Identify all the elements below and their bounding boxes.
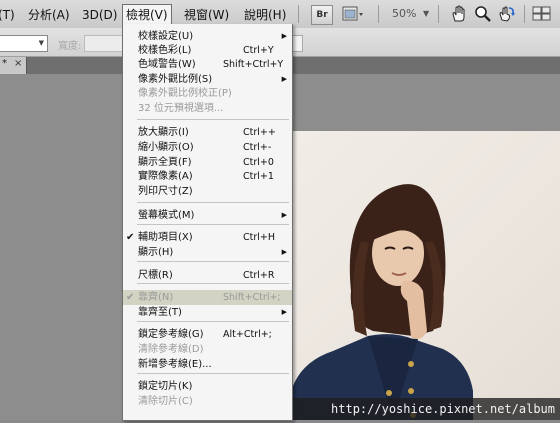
height-field[interactable] [292, 35, 303, 52]
menu-item-analysis[interactable]: 分析(A) [28, 7, 70, 23]
menu-item-lock-slices[interactable]: 鎖定切片(K) [123, 379, 292, 394]
menu-item-shortcut: Ctrl+1 [243, 171, 274, 182]
menu-item-label: 螢幕模式(M) [138, 210, 195, 221]
zoom-tool-icon[interactable] [474, 5, 492, 23]
menu-separator [137, 373, 289, 374]
menu-item-3d[interactable]: 3D(D) [82, 7, 117, 23]
menu-item-label: 新增參考線(E)... [138, 359, 212, 370]
menu-item-shortcut: Ctrl+- [243, 142, 272, 153]
close-icon[interactable]: × [14, 58, 22, 69]
menu-item-label: 校樣設定(U) [138, 31, 194, 42]
bridge-button[interactable]: Br [311, 5, 333, 25]
menu-item-label: 列印尺寸(Z) [138, 186, 193, 197]
menu-item-label: 像素外觀比例(S) [138, 74, 213, 85]
menu-item-label: 鎖定切片(K) [138, 381, 193, 392]
menu-item-lock-guides[interactable]: 鎖定參考線(G) Alt+Ctrl+; [123, 327, 292, 342]
menu-item-new-guide[interactable]: 新增參考線(E)... [123, 357, 292, 372]
menu-item-preview-32bit: 32 位元預視選項... [123, 101, 292, 116]
width-label: 寬度: [58, 41, 82, 52]
menu-item-zoom-in[interactable]: 放大顯示(I) Ctrl++ [123, 125, 292, 140]
chevron-down-icon: ▼ [38, 39, 44, 47]
menu-item-label: 縮小顯示(O) [138, 142, 194, 153]
menu-item-shortcut: Alt+Ctrl+; [223, 329, 272, 340]
menu-item-extras[interactable]: ✔ 輔助項目(X) Ctrl+H [123, 230, 292, 245]
menu-item-shortcut: Ctrl+0 [243, 157, 274, 168]
menu-item-clear-slices: 清除切片(C) [123, 394, 292, 409]
menu-item-label: 色域警告(W) [138, 59, 196, 70]
menu-item-view[interactable]: 檢視(V) [122, 4, 172, 25]
menu-separator [137, 202, 289, 203]
menu-item-shortcut: Ctrl+R [243, 270, 275, 281]
toolbar-separator [524, 5, 525, 23]
menu-separator [137, 224, 289, 225]
tool-preset-select[interactable]: ▼ [0, 35, 48, 52]
submenu-arrow-icon: ▶ [281, 75, 287, 83]
document-image [293, 131, 560, 420]
menu-item-rulers[interactable]: 尺標(R) Ctrl+R [123, 268, 292, 283]
screen-layout-icon[interactable] [342, 5, 363, 23]
menu-item-help[interactable]: 說明(H) [244, 7, 286, 23]
menu-item-label: 實際像素(A) [138, 171, 193, 182]
menu-item-label: 校樣色彩(L) [138, 45, 192, 56]
menu-item-proof-setup[interactable]: 校樣設定(U) ▶ [123, 29, 292, 44]
zoom-level[interactable]: 50% [392, 7, 416, 20]
menu-item-label: 靠齊(N) [138, 292, 174, 303]
document-tab[interactable]: * × [0, 57, 27, 74]
menu-separator [137, 261, 289, 262]
toolbar-separator [298, 5, 299, 23]
menu-item-pixel-aspect-ratio[interactable]: 像素外觀比例(S) ▶ [123, 72, 292, 87]
menu-separator [137, 321, 289, 322]
menu-item-label: 顯示全頁(F) [138, 157, 192, 168]
chevron-down-icon[interactable]: ▼ [423, 9, 429, 18]
view-menu-dropdown: 校樣設定(U) ▶ 校樣色彩(L) Ctrl+Y 色域警告(W) Shift+Ctrl+Y… [122, 24, 293, 421]
hand-tool-icon[interactable] [450, 5, 468, 23]
menu-item-label: 鎖定參考線(G) [138, 329, 204, 340]
menu-item-label: 像素外觀比例校正(P) [138, 88, 232, 99]
menu-item-proof-colors[interactable]: 校樣色彩(L) Ctrl+Y [123, 43, 292, 58]
width-field[interactable] [84, 35, 126, 52]
menu-item-label: 尺標(R) [138, 270, 173, 281]
menu-separator [137, 119, 289, 120]
menu-item-print-size[interactable]: 列印尺寸(Z) [123, 184, 292, 199]
checkmark-icon: ✔ [126, 232, 135, 243]
menu-item-shortcut: Ctrl+H [243, 232, 276, 243]
menu-item-gamut-warning[interactable]: 色域警告(W) Shift+Ctrl+Y [123, 57, 292, 72]
unsaved-marker: * [2, 58, 7, 69]
menu-item-label: 輔助項目(X) [138, 232, 193, 243]
menu-separator [137, 283, 289, 284]
checkmark-icon: ✔ [126, 292, 135, 303]
menu-item-window[interactable]: 視窗(W) [184, 7, 229, 23]
menu-item-label: 清除切片(C) [138, 396, 193, 407]
toolbar-separator [438, 5, 439, 23]
submenu-arrow-icon: ▶ [281, 248, 287, 256]
rotate-view-icon[interactable] [498, 5, 516, 23]
arrange-documents-icon[interactable] [532, 5, 551, 23]
menu-item-show[interactable]: 顯示(H) ▶ [123, 245, 292, 260]
menu-item-clear-guides: 清除參考線(D) [123, 342, 292, 357]
watermark-url: http://yoshice.pixnet.net/album [293, 398, 560, 420]
menu-item-label: 清除參考線(D) [138, 344, 204, 355]
menu-item-shortcut: Shift+Ctrl+; [223, 292, 281, 303]
menu-item-label: 顯示(H) [138, 247, 174, 258]
submenu-arrow-icon: ▶ [281, 32, 287, 40]
menu-item-actual-pixels[interactable]: 實際像素(A) Ctrl+1 [123, 169, 292, 184]
menu-item-shortcut: Shift+Ctrl+Y [223, 59, 284, 70]
menu-item-fit-on-screen[interactable]: 顯示全頁(F) Ctrl+0 [123, 155, 292, 170]
menu-item-snap-to[interactable]: 靠齊至(T) ▶ [123, 305, 292, 320]
menu-item-screen-mode[interactable]: 螢幕模式(M) ▶ [123, 208, 292, 223]
menu-item-pixel-aspect-correction: 像素外觀比例校正(P) [123, 86, 292, 101]
menu-item-label: 靠齊至(T) [138, 307, 182, 318]
submenu-arrow-icon: ▶ [281, 211, 287, 219]
menu-item-snap[interactable]: ✔ 靠齊(N) Shift+Ctrl+; [123, 290, 292, 305]
menu-item-zoom-out[interactable]: 縮小顯示(O) Ctrl+- [123, 140, 292, 155]
menu-item-text[interactable]: (T) [0, 7, 15, 23]
menu-item-label: 放大顯示(I) [138, 127, 189, 138]
menu-item-shortcut: Ctrl+Y [243, 45, 274, 56]
menu-item-label: 32 位元預視選項... [138, 103, 224, 114]
toolbar-separator [378, 5, 379, 23]
submenu-arrow-icon: ▶ [281, 308, 287, 316]
menu-item-shortcut: Ctrl++ [243, 127, 276, 138]
